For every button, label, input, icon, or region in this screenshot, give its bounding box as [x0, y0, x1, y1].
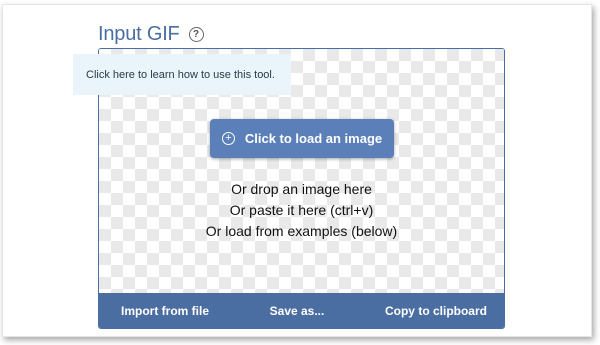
help-tooltip[interactable]: Click here to learn how to use this tool…: [73, 54, 291, 95]
drop-instructions: Or drop an image here Or paste it here (…: [99, 179, 504, 242]
examples-line: Or load from examples (below): [205, 223, 398, 239]
drop-line: Or drop an image here: [231, 181, 372, 197]
panel-footer: Import from file Save as... Copy to clip…: [99, 293, 504, 328]
copy-to-clipboard-button[interactable]: Copy to clipboard: [385, 304, 487, 318]
title-row: Input GIF ?: [98, 23, 204, 46]
tool-frame: Input GIF ? + Click to load an image Or …: [2, 4, 592, 337]
tooltip-text: Click here to learn how to use this tool…: [86, 68, 275, 81]
save-as-button[interactable]: Save as...: [270, 304, 325, 318]
help-icon[interactable]: ?: [188, 27, 204, 42]
load-image-button-label: Click to load an image: [244, 131, 383, 146]
import-from-file-button[interactable]: Import from file: [121, 304, 209, 318]
plus-circle-icon: +: [221, 132, 235, 145]
paste-line: Or paste it here (ctrl+v): [229, 202, 374, 218]
page-title: Input GIF: [98, 23, 180, 45]
load-image-button[interactable]: + Click to load an image: [210, 119, 394, 158]
